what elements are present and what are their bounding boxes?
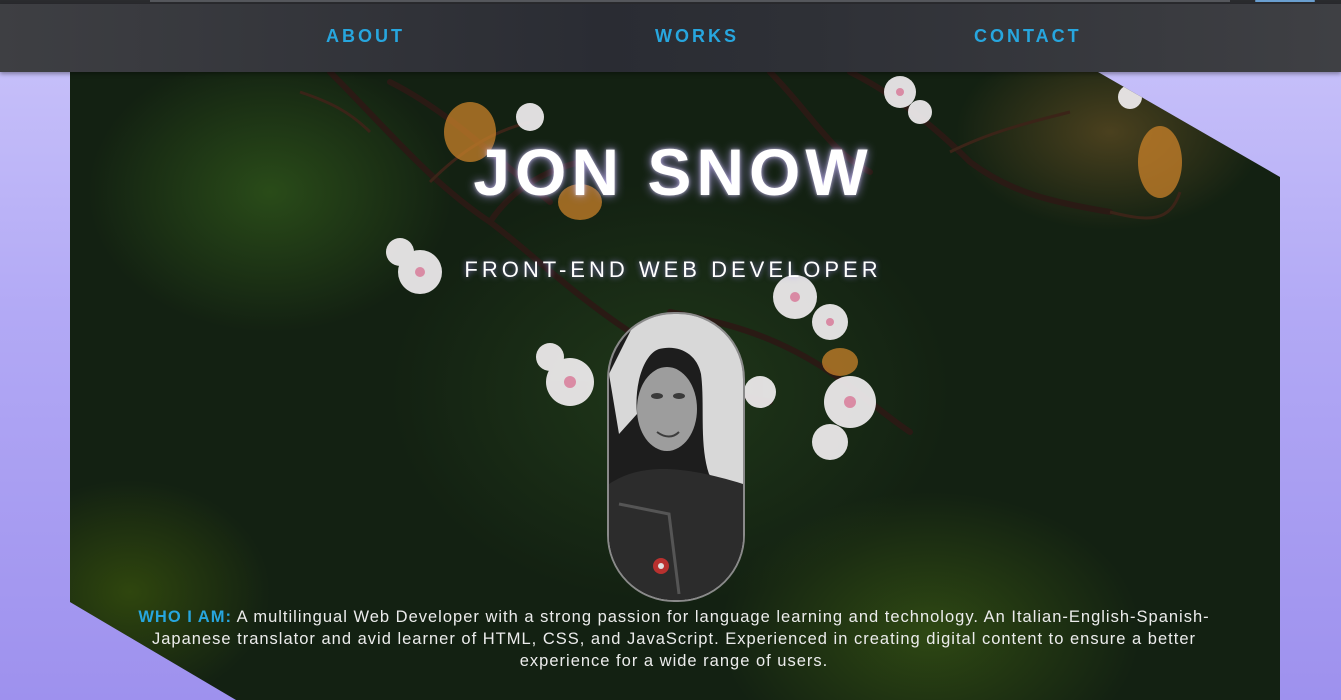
hero-section: JON SNOW FRONT-END WEB DEVELOPER WHO I A… [70,72,1280,700]
nav-about-link[interactable]: ABOUT [326,26,405,47]
page-subtitle: FRONT-END WEB DEVELOPER [464,257,882,282]
about-paragraph: WHO I AM: A multilingual Web Developer w… [70,606,1278,672]
about-body: A multilingual Web Developer with a stro… [151,608,1210,670]
nav-works-link[interactable]: WORKS [655,26,739,47]
about-label: WHO I AM: [138,608,232,626]
profile-photo [607,312,745,602]
nav-contact-link[interactable]: CONTACT [974,26,1082,47]
toolbar-pill [1255,0,1315,2]
address-bar [150,0,1230,2]
page-title: JON SNOW [473,135,873,209]
top-navigation: ABOUT WORKS CONTACT [0,4,1341,72]
avatar-illustration [609,314,743,600]
